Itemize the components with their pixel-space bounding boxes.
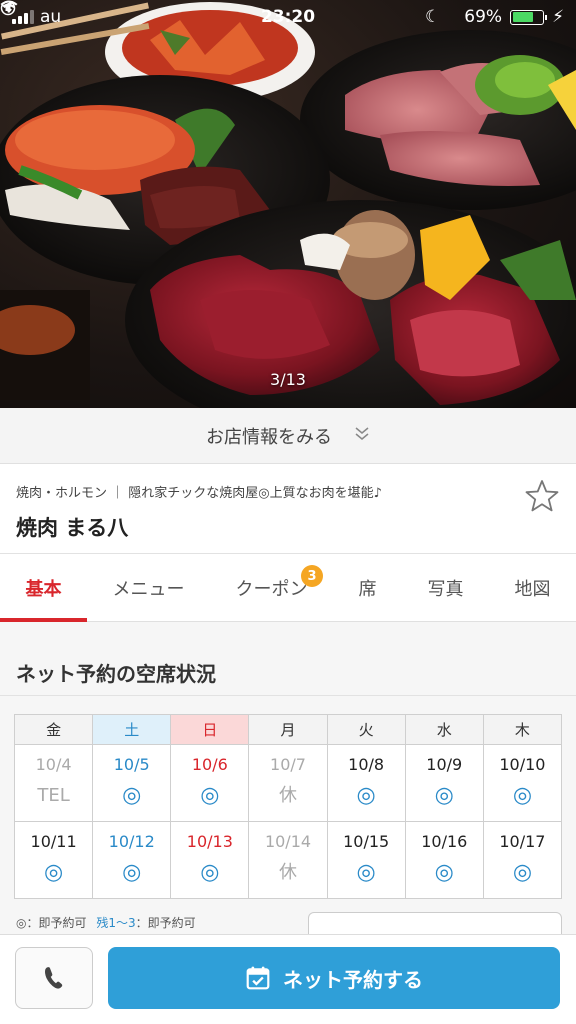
tab-seats[interactable]: 席 <box>333 554 402 621</box>
calendar-date: 10/15 <box>343 832 390 851</box>
photo-counter: 3/13 <box>270 370 306 389</box>
charging-icon: ⚡ <box>552 7 564 27</box>
availability-mark: TEL <box>37 785 70 806</box>
shop-header: 焼肉・ホルモン ｜ 隠れ家チックな焼肉屋◎上質なお肉を堪能♪ 焼肉 まる八 <box>0 464 576 554</box>
chevron-down-icon <box>354 425 370 446</box>
calendar-date: 10/11 <box>30 832 77 851</box>
availability-mark: ◎ <box>43 860 64 885</box>
tab-coupon[interactable]: クーポン 3 <box>210 554 333 621</box>
moon-icon: ☾ <box>425 7 441 27</box>
calendar-day-cell[interactable]: 10/8 ◎ <box>326 744 406 822</box>
calendar-day-cell[interactable]: 10/16 ◎ <box>404 821 484 899</box>
online-reserve-button[interactable]: ネット予約する <box>108 947 560 1009</box>
calendar-day-cell[interactable]: 10/10 ◎ <box>482 744 563 822</box>
tab-basic[interactable]: 基本 <box>0 554 87 622</box>
coupon-count-badge: 3 <box>301 565 323 587</box>
calendar-day-cell[interactable]: 10/15 ◎ <box>326 821 406 899</box>
calendar-date: 10/4 <box>35 755 72 774</box>
weekday-header: 火 <box>326 714 406 745</box>
tab-label: 地図 <box>514 578 551 600</box>
online-reserve-label: ネット予約する <box>283 967 423 992</box>
calendar-date: 10/10 <box>499 755 546 774</box>
availability-mark: ◎ <box>122 860 142 885</box>
weekday-header: 月 <box>248 714 328 745</box>
calendar-date: 10/17 <box>499 832 546 851</box>
availability-mark: ◎ <box>434 783 454 808</box>
availability-mark: ◎ <box>200 860 220 885</box>
tab-label: クーポン <box>235 578 308 600</box>
tab-bar: 基本 メニュー クーポン 3 席 写真 地図 <box>0 554 576 622</box>
availability-mark: ◎ <box>356 860 376 885</box>
calendar-day-cell[interactable]: 10/5 ◎ <box>92 744 172 822</box>
call-button[interactable] <box>15 947 93 1009</box>
calendar-day-cell[interactable]: 10/11 ◎ <box>13 821 94 899</box>
calendar-week-row: 10/11 ◎ 10/12 ◎ 10/13 ◎ 10/14 休 10/15 ◎ 10/16… <box>13 821 563 899</box>
tab-label: 写真 <box>427 578 464 600</box>
shop-name: 焼肉 まる八 <box>16 516 129 540</box>
calendar-day-cell: 10/14 休 <box>248 821 328 899</box>
tab-map[interactable]: 地図 <box>489 554 576 621</box>
status-bar: au 23:20 ☾ 69% ⚡ <box>0 0 576 34</box>
favorite-star-icon[interactable] <box>524 478 560 514</box>
availability-title: ネット予約の空席状況 <box>0 640 576 696</box>
battery-percent: 69% <box>464 7 503 27</box>
legend-remaining-suffix: ：即予約可 <box>135 916 196 930</box>
availability-legend: ◎：即予約可 残1〜3：即予約可 <box>16 914 196 931</box>
calendar-check-icon <box>246 966 270 990</box>
availability-mark: ◎ <box>512 860 533 885</box>
calendar-day-cell[interactable]: 10/4 TEL <box>13 744 94 822</box>
availability-mark: ◎ <box>434 860 454 885</box>
calendar-day-cell[interactable]: 10/13 ◎ <box>170 821 250 899</box>
calendar-week-row: 10/4 TEL 10/5 ◎ 10/6 ◎ 10/7 休 10/8 ◎ 10/9 ◎ 10… <box>13 744 563 822</box>
phone-icon <box>44 967 63 989</box>
calendar-day-cell: 10/7 休 <box>248 744 328 822</box>
show-shop-info-button[interactable]: お店情報をみる <box>0 408 576 464</box>
calendar-date: 10/9 <box>426 755 463 774</box>
weekday-header: 木 <box>482 714 563 745</box>
calendar-day-cell[interactable]: 10/9 ◎ <box>404 744 484 822</box>
availability-mark: ◎ <box>512 783 533 808</box>
bottom-action-bar: ネット予約する <box>0 934 576 1024</box>
show-shop-info-label: お店情報をみる <box>206 426 332 448</box>
calendar-date: 10/16 <box>421 832 468 851</box>
availability-calendar: 金 土 日 月 火 水 木 10/4 TEL 10/5 ◎ 10/6 ◎ 10/7 休 … <box>13 714 563 899</box>
availability-mark: 休 <box>278 785 297 806</box>
calendar-date: 10/5 <box>113 755 150 774</box>
availability-mark: ◎ <box>122 783 142 808</box>
hero-food-illustration <box>0 2 576 408</box>
hero-photo[interactable]: au 23:20 ☾ 69% ⚡ 3/13 <box>0 0 576 408</box>
weekday-header: 日 <box>170 714 250 745</box>
calendar-date: 10/7 <box>270 755 306 774</box>
weekday-header-row: 金 土 日 月 火 水 木 <box>13 714 563 745</box>
tab-label: メニュー <box>112 578 185 600</box>
calendar-date: 10/13 <box>186 832 233 851</box>
calendar-day-cell[interactable]: 10/12 ◎ <box>92 821 172 899</box>
tab-label: 基本 <box>25 578 62 600</box>
tab-photos[interactable]: 写真 <box>402 554 489 621</box>
legend-available: ◎：即予約可 <box>16 916 87 930</box>
calendar-day-cell[interactable]: 10/17 ◎ <box>482 821 563 899</box>
weekday-header: 金 <box>13 714 94 745</box>
calendar-date: 10/6 <box>191 755 228 774</box>
carrier-label: au <box>40 7 62 27</box>
tab-label: 席 <box>358 578 377 600</box>
calendar-date: 10/8 <box>348 755 385 774</box>
weekday-header: 水 <box>404 714 484 745</box>
battery-icon <box>510 9 548 25</box>
availability-mark: 休 <box>278 862 297 883</box>
calendar-date: 10/12 <box>108 832 155 851</box>
tab-menu[interactable]: メニュー <box>87 554 210 621</box>
shop-category-line: 焼肉・ホルモン ｜ 隠れ家チックな焼肉屋◎上質なお肉を堪能♪ <box>16 486 382 501</box>
legend-remaining: 残1〜3 <box>96 916 136 930</box>
availability-mark: ◎ <box>200 783 220 808</box>
weekday-header: 土 <box>92 714 172 745</box>
calendar-date: 10/14 <box>264 832 312 851</box>
availability-mark: ◎ <box>356 783 376 808</box>
calendar-day-cell[interactable]: 10/6 ◎ <box>170 744 250 822</box>
